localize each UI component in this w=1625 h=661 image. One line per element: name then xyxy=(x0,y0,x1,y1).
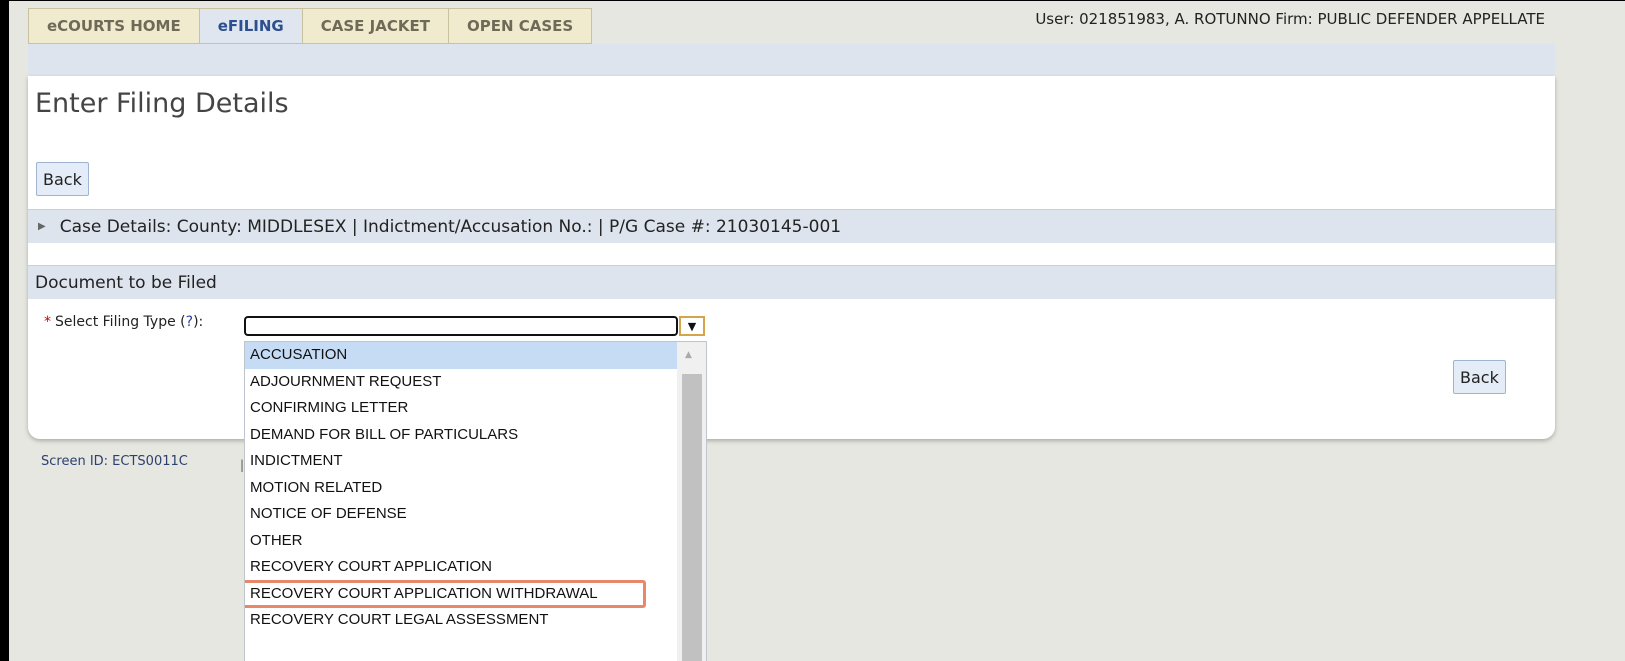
scroll-up-icon[interactable]: ▲ xyxy=(685,350,692,360)
tab-ecourts-home[interactable]: eCOURTS HOME xyxy=(28,8,199,44)
sub-nav-bar xyxy=(28,44,1555,76)
dropdown-scrollbar[interactable]: ▲ xyxy=(677,342,706,661)
filing-type-label: Select Filing Type ( xyxy=(55,314,186,330)
filing-type-field-row: * Select Filing Type ( ? ): xyxy=(44,314,203,330)
dropdown-option-accusation[interactable]: ACCUSATION xyxy=(245,342,677,369)
back-button[interactable]: Back xyxy=(36,162,89,196)
chevron-down-icon[interactable]: ▼ xyxy=(679,316,705,336)
tab-open-cases[interactable]: OPEN CASES xyxy=(447,8,593,44)
tab-efiling[interactable]: eFILING xyxy=(198,8,302,44)
dropdown-option-recovery-court-application-withdrawal[interactable]: RECOVERY COURT APPLICATION WITHDRAWAL xyxy=(245,579,646,608)
dropdown-option-demand-for-bill-of-particulars[interactable]: DEMAND FOR BILL OF PARTICULARS xyxy=(245,422,677,449)
dropdown-option-confirming-letter[interactable]: CONFIRMING LETTER xyxy=(245,395,677,422)
dropdown-option-notice-of-defense[interactable]: NOTICE OF DEFENSE xyxy=(245,501,677,528)
back-button-bottom[interactable]: Back xyxy=(1453,360,1506,394)
page-title: Enter Filing Details xyxy=(35,88,289,119)
footer-separator: | xyxy=(240,458,245,472)
dropdown-option-indictment[interactable]: INDICTMENT xyxy=(245,448,677,475)
dropdown-option-motion-related[interactable]: MOTION RELATED xyxy=(245,475,677,502)
dropdown-option-adjournment-request[interactable]: ADJOURNMENT REQUEST xyxy=(245,369,677,396)
window-frame-left xyxy=(0,0,9,661)
user-info: User: 021851983, A. ROTUNNO Firm: PUBLIC… xyxy=(1035,10,1545,28)
filing-type-select[interactable] xyxy=(244,316,678,336)
dropdown-option-other[interactable]: OTHER xyxy=(245,528,677,555)
case-details-bar[interactable]: ▶ Case Details: County: MIDDLESEX | Indi… xyxy=(28,209,1555,243)
window-frame-top xyxy=(9,0,1625,1)
document-section-bar: Document to be Filed xyxy=(28,265,1555,299)
help-link[interactable]: ? xyxy=(186,314,193,330)
case-details-text: Case Details: County: MIDDLESEX | Indict… xyxy=(59,216,842,237)
top-nav-tabs: eCOURTS HOME eFILING CASE JACKET OPEN CA… xyxy=(28,8,593,44)
dropdown-option-recovery-court-legal-assessment[interactable]: RECOVERY COURT LEGAL ASSESSMENT xyxy=(245,607,677,634)
filing-type-label-end: ): xyxy=(193,314,204,330)
tab-case-jacket[interactable]: CASE JACKET xyxy=(301,8,448,44)
dropdown-option-recovery-court-application[interactable]: RECOVERY COURT APPLICATION xyxy=(245,554,677,581)
document-section-title: Document to be Filed xyxy=(35,272,217,293)
scrollbar-thumb[interactable] xyxy=(682,374,702,661)
required-marker: * xyxy=(44,314,51,330)
filing-type-dropdown-list: ACCUSATION ADJOURNMENT REQUEST CONFIRMIN… xyxy=(244,341,707,661)
screen-id: Screen ID: ECTS0011C xyxy=(41,454,188,469)
expand-arrow-icon[interactable]: ▶ xyxy=(38,221,46,232)
